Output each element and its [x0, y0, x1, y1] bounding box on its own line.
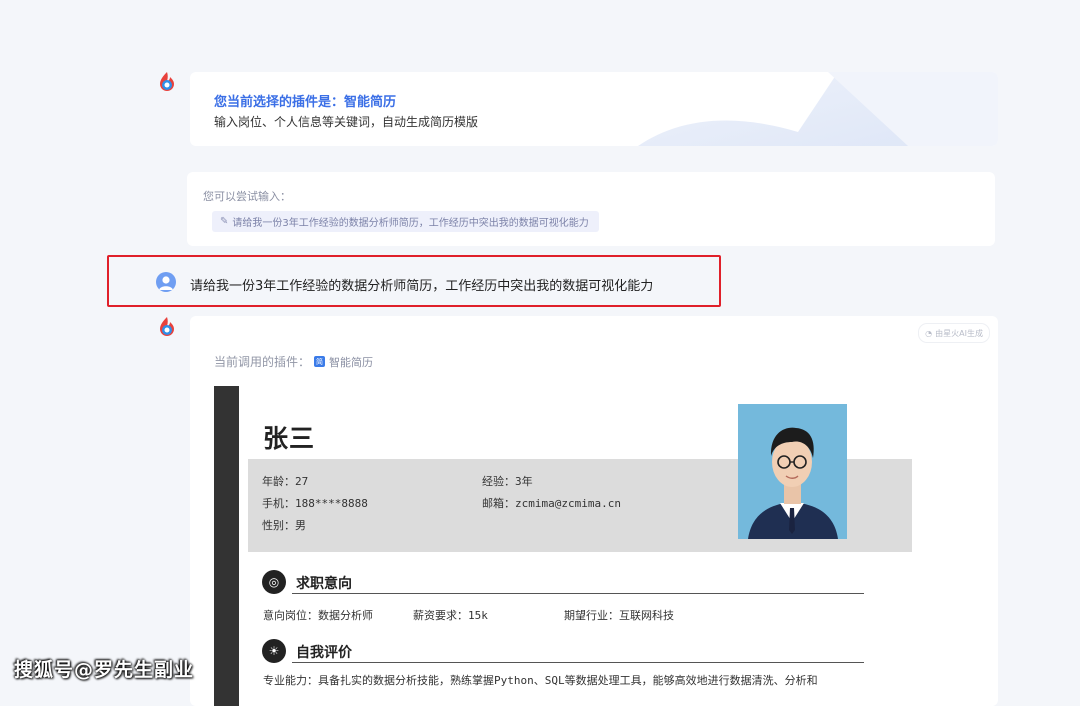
invoked-plugin-label: 当前调用的插件： [214, 355, 311, 369]
assistant-response-card: ◔ 由星火AI生成 当前调用的插件： 简 智能简历 张三 年龄：27 经验：3年… [190, 316, 998, 706]
resume-photo [738, 404, 847, 539]
resume-preview: 张三 年龄：27 经验：3年 手机：188****8888 邮箱：zcmima@… [214, 386, 914, 706]
resume-intent-salary: 薪资要求：15k [413, 609, 488, 622]
resume-email: 邮箱：zcmima@zcmima.cn [482, 497, 621, 510]
ai-generated-badge: ◔ 由星火AI生成 [918, 323, 990, 343]
section-divider [292, 593, 864, 594]
plugin-intro-description: 输入岗位、个人信息等关键词，自动生成简历模版 [214, 115, 479, 129]
resume-phone: 手机：188****8888 [262, 497, 368, 510]
spark-logo-icon [160, 317, 174, 336]
spark-logo-icon [160, 72, 174, 91]
card-decoration [638, 72, 998, 146]
watermark: 搜狐号@罗先生副业 [14, 659, 195, 681]
invoked-plugin-line: 当前调用的插件： 简 智能简历 [214, 353, 373, 370]
resume-experience: 经验：3年 [482, 475, 533, 488]
target-icon: ◎ [262, 570, 286, 594]
suggestion-chip[interactable]: ✎ 请给我一份3年工作经验的数据分析师简历，工作经历中突出我的数据可视化能力 [212, 211, 599, 232]
section-divider [292, 662, 864, 663]
suggestion-card: 您可以尝试输入： ✎ 请给我一份3年工作经验的数据分析师简历，工作经历中突出我的… [187, 172, 995, 246]
lightbulb-icon: ☀ [262, 639, 286, 663]
resume-intent-position: 意向岗位：数据分析师 [263, 609, 373, 622]
assistant-avatar [157, 316, 177, 338]
section-title-self-eval: 自我评价 [296, 645, 352, 661]
suggestion-label: 您可以尝试输入： [203, 190, 291, 203]
pencil-icon: ✎ [220, 216, 229, 227]
resume-gender: 性别：男 [262, 519, 306, 532]
ai-badge-text: 由星火AI生成 [935, 328, 983, 338]
user-icon [159, 276, 173, 290]
resume-side-bar [214, 386, 239, 706]
resume-self-eval: 专业能力：具备扎实的数据分析技能，熟练掌握Python、SQL等数据处理工具，能… [263, 674, 818, 687]
ai-badge-icon: ◔ [925, 328, 933, 338]
section-title-intent: 求职意向 [296, 576, 352, 592]
plugin-intro-title: 您当前选择的插件是：智能简历 [214, 95, 397, 110]
resume-plugin-icon: 简 [314, 356, 326, 367]
resume-intent-industry: 期望行业：互联网科技 [564, 609, 674, 622]
invoked-plugin-name[interactable]: 智能简历 [329, 354, 373, 370]
resume-name: 张三 [263, 424, 316, 453]
assistant-avatar [157, 71, 177, 93]
plugin-intro-card: 您当前选择的插件是：智能简历 输入岗位、个人信息等关键词，自动生成简历模版 [190, 72, 998, 146]
user-avatar [156, 272, 176, 292]
suggestion-chip-text: 请给我一份3年工作经验的数据分析师简历，工作经历中突出我的数据可视化能力 [232, 218, 589, 229]
user-message-text: 请给我一份3年工作经验的数据分析师简历，工作经历中突出我的数据可视化能力 [190, 279, 654, 294]
resume-age: 年龄：27 [262, 475, 309, 488]
